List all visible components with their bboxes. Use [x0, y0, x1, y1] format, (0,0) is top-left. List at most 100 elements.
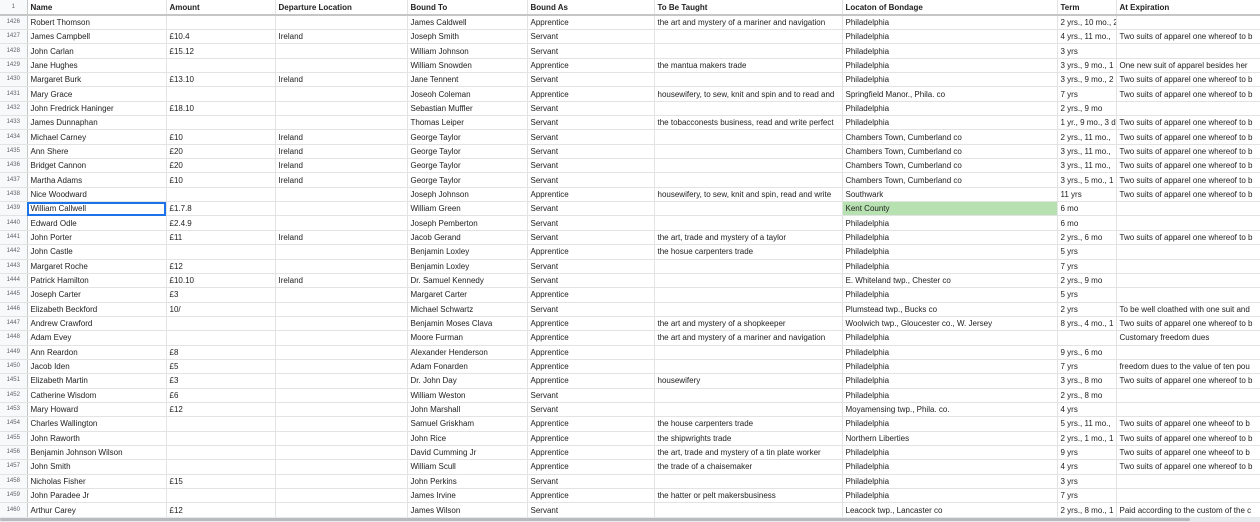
cell-bound-as[interactable]: Apprentice	[527, 416, 655, 432]
row-number[interactable]: 1431	[0, 86, 28, 102]
row-number[interactable]: 1436	[0, 158, 28, 174]
cell-amount[interactable]: £13.10	[166, 72, 276, 88]
cell-name[interactable]: John Castle	[27, 244, 167, 260]
column-header-location-of-bondage[interactable]: Locaton of Bondage	[842, 0, 1058, 16]
cell-amount[interactable]: £11	[166, 230, 276, 246]
cell-bound-as[interactable]: Servant	[527, 172, 655, 188]
cell-at-expiration[interactable]	[1116, 474, 1260, 490]
row-number[interactable]: 1451	[0, 373, 28, 389]
cell-term[interactable]: 3 yrs	[1057, 474, 1117, 490]
cell-departure-location[interactable]	[275, 373, 408, 389]
cell-amount[interactable]: £3	[166, 287, 276, 303]
cell-bound-to[interactable]: Sebastian Muffler	[407, 101, 528, 117]
cell-at-expiration[interactable]: Two suits of apparel one whereof to b	[1116, 431, 1260, 446]
row-number[interactable]: 1453	[0, 402, 28, 418]
cell-term[interactable]: 4 yrs	[1057, 402, 1117, 418]
cell-name[interactable]: Mary Howard	[27, 402, 167, 418]
cell-bound-as[interactable]: Servant	[527, 115, 655, 131]
cell-location-of-bondage[interactable]: Philadelphia	[842, 259, 1058, 274]
cell-bound-to[interactable]: Joseoh Coleman	[407, 86, 528, 102]
cell-bound-to[interactable]: Adam Fonarden	[407, 359, 528, 375]
cell-amount[interactable]: £15	[166, 474, 276, 490]
cell-name[interactable]: Robert Thomson	[27, 15, 167, 30]
cell-location-of-bondage[interactable]: Springfield Manor., Phila. co	[842, 86, 1058, 102]
cell-at-expiration[interactable]	[1116, 488, 1260, 504]
cell-amount[interactable]: £3	[166, 373, 276, 389]
cell-name[interactable]: Ann Reardon	[27, 345, 167, 360]
cell-term[interactable]: 6 mo	[1057, 215, 1117, 231]
cell-bound-to[interactable]: James Wilson	[407, 502, 528, 518]
cell-location-of-bondage[interactable]: Woolwich twp., Gloucester co., W. Jersey	[842, 316, 1058, 332]
cell-amount[interactable]	[166, 459, 276, 475]
cell-name[interactable]: Margaret Burk	[27, 72, 167, 88]
cell-to-be-taught[interactable]	[654, 72, 843, 88]
cell-bound-to[interactable]: Jacob Gerand	[407, 230, 528, 246]
cell-at-expiration[interactable]: Customary freedom dues	[1116, 330, 1260, 346]
cell-name[interactable]: Bridget Cannon	[27, 158, 167, 174]
column-header-departure-location[interactable]: Departure Location	[275, 0, 408, 16]
row-number[interactable]: 1459	[0, 488, 28, 504]
cell-departure-location[interactable]	[275, 201, 408, 217]
cell-departure-location[interactable]	[275, 445, 408, 461]
cell-bound-to[interactable]: George Taylor	[407, 129, 528, 145]
cell-location-of-bondage[interactable]: Chambers Town, Cumberland co	[842, 144, 1058, 160]
cell-name[interactable]: Martha Adams	[27, 172, 167, 188]
cell-location-of-bondage[interactable]: Philadelphia	[842, 459, 1058, 475]
cell-to-be-taught[interactable]	[654, 129, 843, 145]
cell-location-of-bondage[interactable]: Philadelphia	[842, 244, 1058, 260]
cell-name[interactable]: William Callwell	[27, 201, 167, 217]
cell-at-expiration[interactable]: Two suits of apparel one whereof to b	[1116, 172, 1260, 188]
row-number[interactable]: 1433	[0, 115, 28, 131]
cell-departure-location[interactable]: Ireland	[275, 172, 408, 188]
cell-bound-as[interactable]: Servant	[527, 144, 655, 160]
cell-term[interactable]: 3 yrs., 11 mo.,	[1057, 158, 1117, 174]
row-number[interactable]: 1442	[0, 244, 28, 260]
cell-bound-to[interactable]: John Rice	[407, 431, 528, 446]
row-number[interactable]: 1432	[0, 101, 28, 117]
cell-departure-location[interactable]	[275, 345, 408, 360]
cell-bound-to[interactable]: Alexander Henderson	[407, 345, 528, 360]
cell-at-expiration[interactable]	[1116, 402, 1260, 418]
cell-at-expiration[interactable]: Two suits of apparel one whereof to b	[1116, 187, 1260, 203]
cell-name[interactable]: James Campbell	[27, 29, 167, 45]
cell-amount[interactable]: £8	[166, 345, 276, 360]
cell-departure-location[interactable]	[275, 431, 408, 446]
column-header-name[interactable]: Name	[27, 0, 167, 16]
column-header-at-expiration[interactable]: At Expiration	[1116, 0, 1260, 16]
scrollbar-thumb[interactable]	[0, 518, 1190, 521]
cell-to-be-taught[interactable]	[654, 101, 843, 117]
cell-location-of-bondage[interactable]: Philadelphia	[842, 474, 1058, 490]
cell-at-expiration[interactable]	[1116, 287, 1260, 303]
cell-bound-as[interactable]: Servant	[527, 158, 655, 174]
cell-bound-to[interactable]: Moore Furman	[407, 330, 528, 346]
cell-bound-as[interactable]: Apprentice	[527, 244, 655, 260]
cell-amount[interactable]: £1.7.8	[166, 201, 276, 217]
cell-departure-location[interactable]: Ireland	[275, 29, 408, 45]
cell-location-of-bondage[interactable]: Philadelphia	[842, 58, 1058, 74]
row-number[interactable]: 1446	[0, 302, 28, 317]
cell-name[interactable]: Michael Carney	[27, 129, 167, 145]
cell-at-expiration[interactable]	[1116, 201, 1260, 217]
cell-departure-location[interactable]	[275, 215, 408, 231]
cell-departure-location[interactable]	[275, 459, 408, 475]
cell-name[interactable]: Margaret Roche	[27, 259, 167, 274]
cell-at-expiration[interactable]: Two suits of apparel one wheeof to b	[1116, 445, 1260, 461]
cell-bound-to[interactable]: Samuel Griskham	[407, 416, 528, 432]
cell-at-expiration[interactable]: freedom dues to the value of ten pou	[1116, 359, 1260, 375]
cell-term[interactable]: 11 yrs	[1057, 187, 1117, 203]
column-header-bound-to[interactable]: Bound To	[407, 0, 528, 16]
cell-bound-to[interactable]: Margaret Carter	[407, 287, 528, 303]
cell-bound-as[interactable]: Servant	[527, 273, 655, 289]
cell-term[interactable]: 2 yrs	[1057, 302, 1117, 317]
cell-to-be-taught[interactable]: the house carpenters trade	[654, 416, 843, 432]
cell-departure-location[interactable]	[275, 474, 408, 490]
cell-name[interactable]: Arthur Carey	[27, 502, 167, 518]
cell-bound-as[interactable]: Apprentice	[527, 316, 655, 332]
cell-departure-location[interactable]	[275, 115, 408, 131]
cell-departure-location[interactable]	[275, 388, 408, 403]
cell-name[interactable]: John Porter	[27, 230, 167, 246]
cell-departure-location[interactable]	[275, 187, 408, 203]
cell-bound-to[interactable]: Jane Tennent	[407, 72, 528, 88]
cell-location-of-bondage[interactable]: Chambers Town, Cumberland co	[842, 172, 1058, 188]
cell-term[interactable]	[1057, 330, 1117, 346]
